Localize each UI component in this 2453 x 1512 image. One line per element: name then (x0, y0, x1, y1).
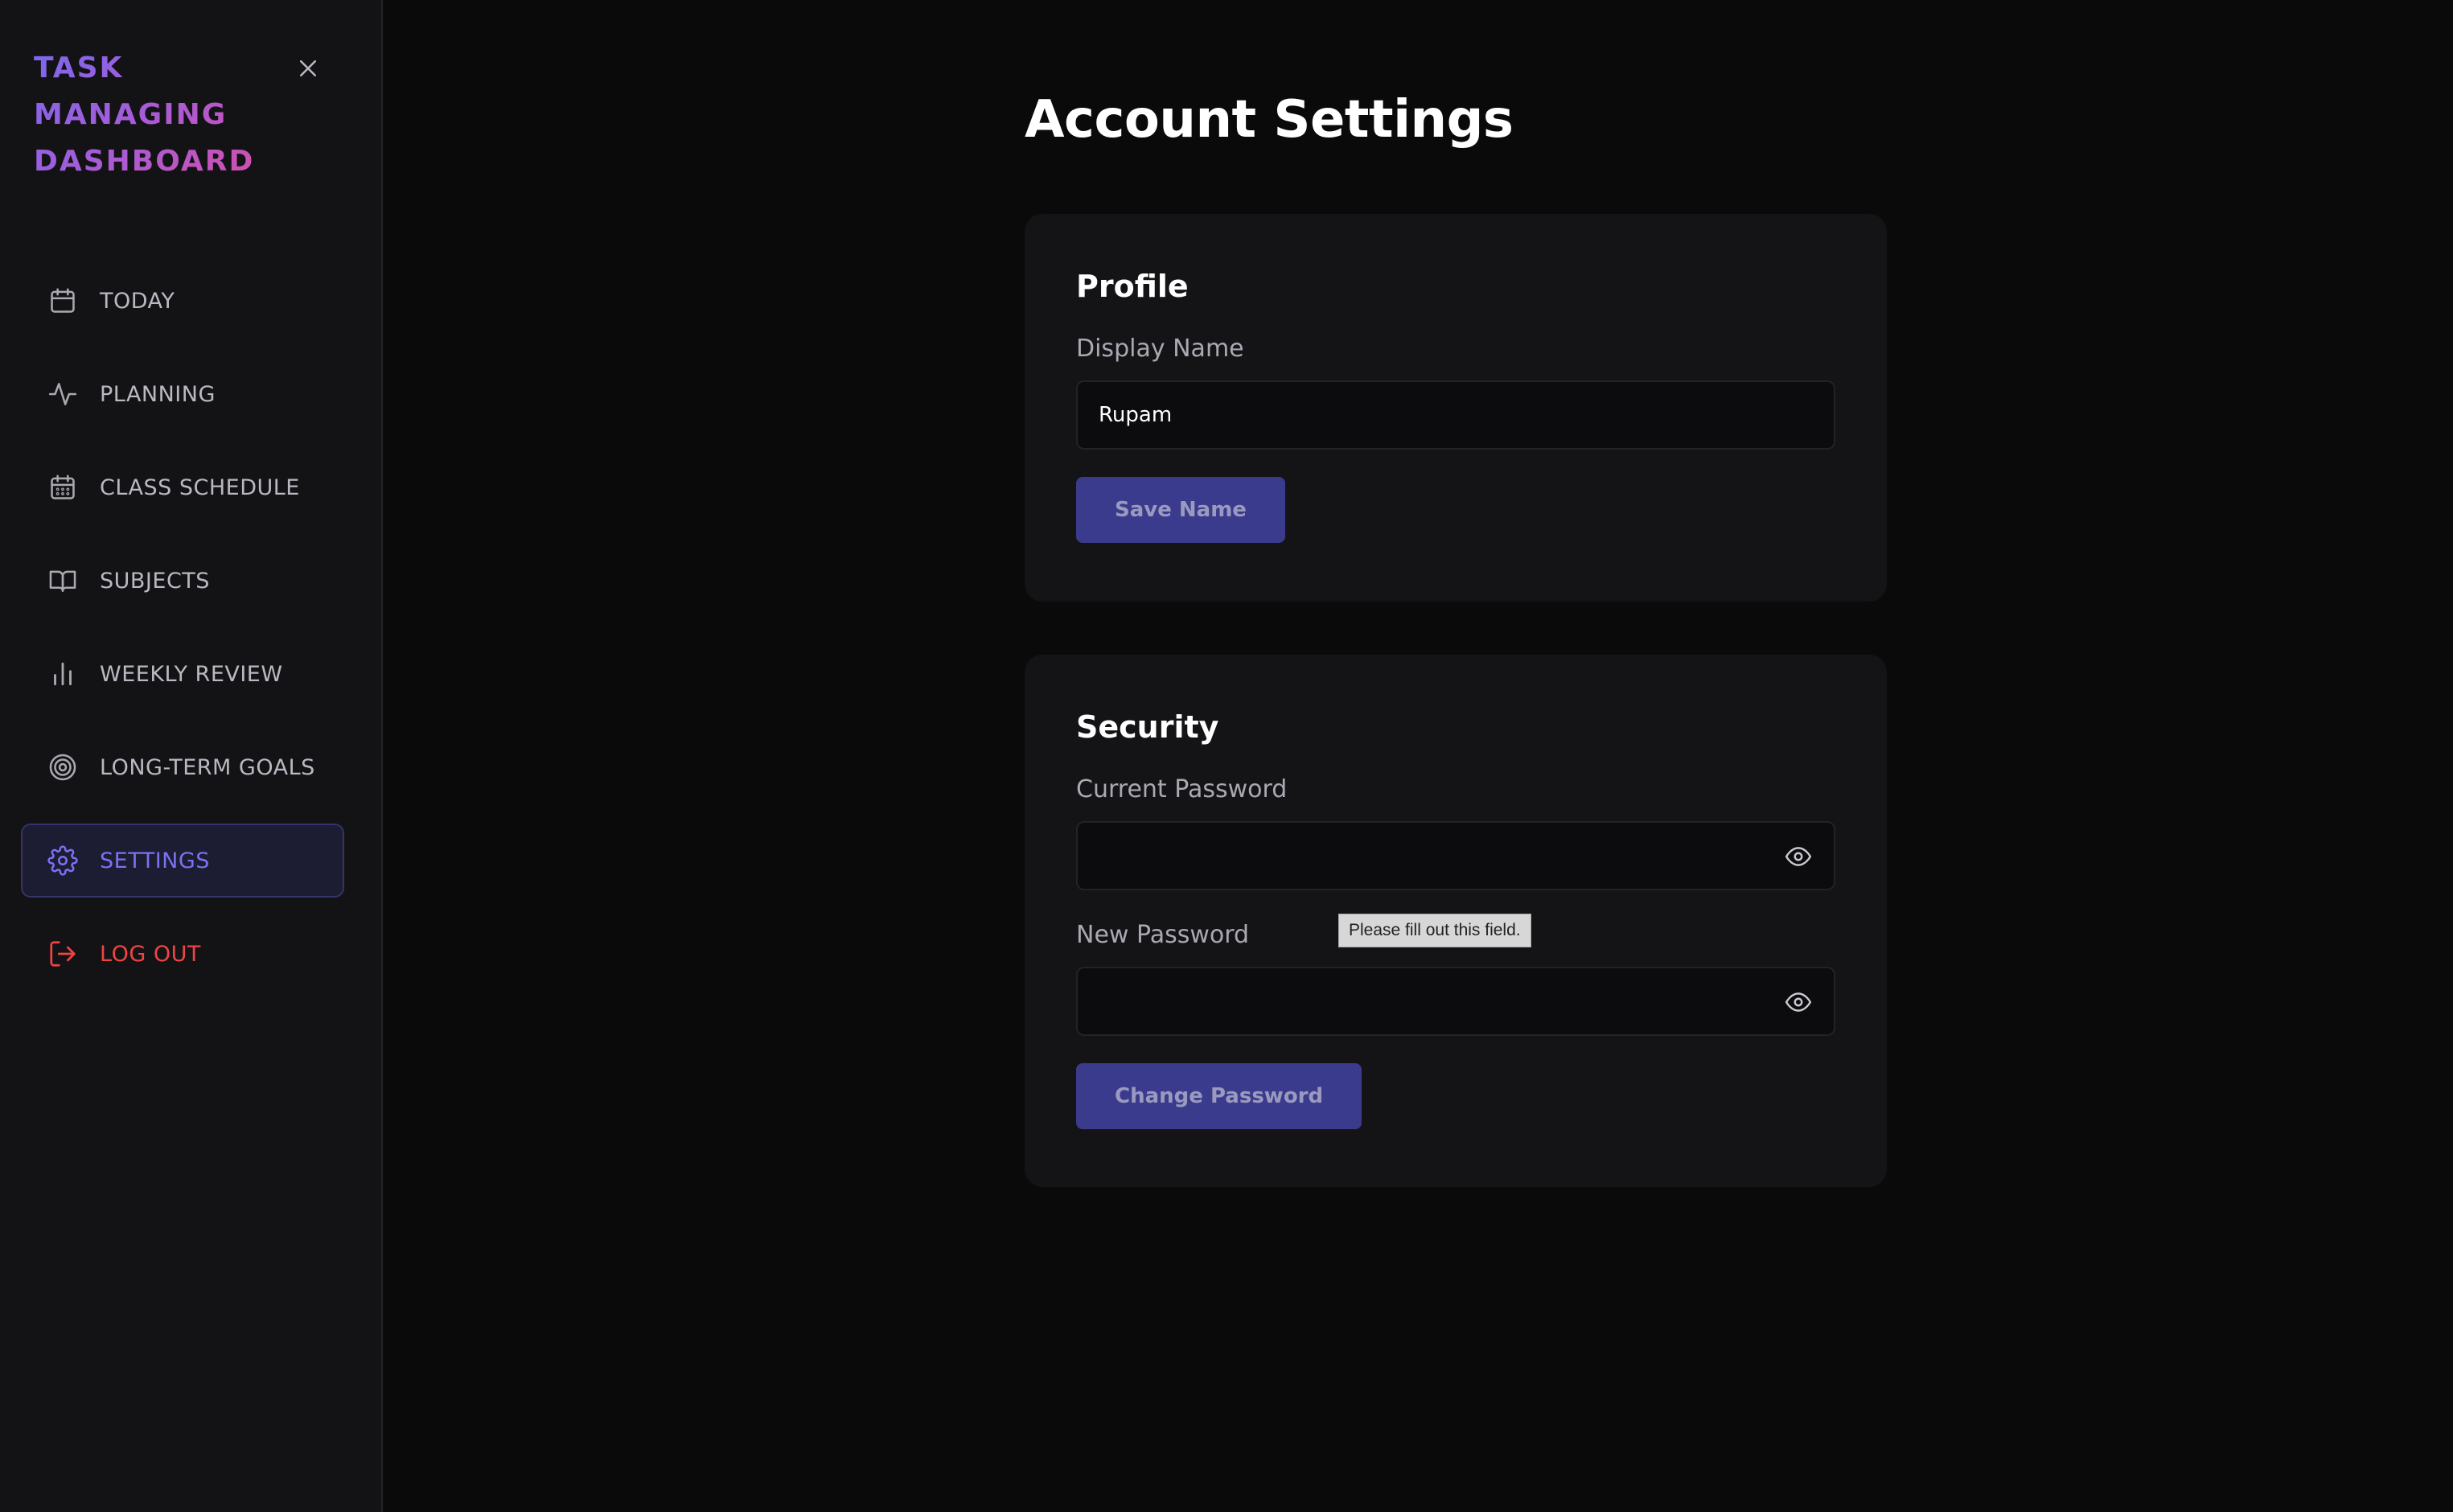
validation-tooltip: Please fill out this field. (1338, 914, 1531, 947)
calendar-grid-icon (47, 471, 79, 503)
target-icon (47, 751, 79, 783)
sidebar-item-label: CLASS SCHEDULE (100, 475, 300, 500)
display-name-value: Rupam (1099, 403, 1173, 427)
show-password-toggle[interactable] (1784, 842, 1813, 871)
log-out-icon (47, 938, 79, 970)
new-password-field[interactable] (1076, 967, 1835, 1036)
app: TASK MANAGING DASHBOARD TODAY PLANNING C… (0, 0, 2453, 1512)
sidebar-item-planning[interactable]: PLANNING (21, 357, 344, 431)
sidebar-item-class-schedule[interactable]: CLASS SCHEDULE (21, 450, 344, 524)
sidebar-item-weekly-review[interactable]: WEEKLY REVIEW (21, 637, 344, 711)
profile-card: Profile Display Name Rupam Save Name (1025, 214, 1887, 602)
eye-icon (1785, 992, 1812, 1012)
sidebar-nav: TODAY PLANNING CLASS SCHEDULE SUBJECTS W… (21, 264, 344, 1010)
sidebar-item-today[interactable]: TODAY (21, 264, 344, 338)
sidebar: TASK MANAGING DASHBOARD TODAY PLANNING C… (0, 0, 383, 1512)
display-name-label: Display Name (1076, 335, 1244, 363)
sidebar-item-label: SUBJECTS (100, 568, 210, 594)
sidebar-item-settings[interactable]: SETTINGS (21, 824, 344, 898)
brand-line-3: DASHBOARD (34, 145, 255, 178)
sidebar-item-subjects[interactable]: SUBJECTS (21, 544, 344, 618)
change-password-button[interactable]: Change Password (1076, 1063, 1362, 1129)
sidebar-item-label: TODAY (100, 288, 175, 314)
brand-logo: TASK MANAGING DASHBOARD (34, 45, 275, 185)
sidebar-item-label: SETTINGS (100, 848, 210, 873)
calendar-icon (47, 285, 79, 317)
sidebar-item-label: PLANNING (100, 381, 216, 407)
activity-icon (47, 378, 79, 410)
bar-chart-icon (47, 658, 79, 690)
current-password-label: Current Password (1076, 775, 1288, 803)
logout-label: LOG OUT (100, 941, 201, 967)
eye-icon (1785, 847, 1812, 866)
profile-heading: Profile (1076, 269, 1189, 304)
gear-icon (47, 844, 79, 877)
sidebar-item-label: WEEKLY REVIEW (100, 661, 283, 687)
security-heading: Security (1076, 709, 1219, 745)
current-password-field[interactable] (1076, 821, 1835, 890)
close-sidebar-button[interactable] (291, 51, 325, 85)
sidebar-item-long-term-goals[interactable]: LONG-TERM GOALS (21, 730, 344, 804)
book-open-icon (47, 565, 79, 597)
show-new-password-toggle[interactable] (1784, 988, 1813, 1017)
sidebar-item-label: LONG-TERM GOALS (100, 754, 315, 780)
brand-line-1: TASK (34, 51, 124, 84)
close-icon (300, 60, 316, 76)
page-title: Account Settings (1025, 90, 1514, 150)
brand-line-2: MANAGING (34, 98, 228, 131)
save-name-button[interactable]: Save Name (1076, 477, 1285, 543)
display-name-field[interactable]: Rupam (1076, 380, 1835, 450)
logout-button[interactable]: LOG OUT (21, 917, 344, 991)
